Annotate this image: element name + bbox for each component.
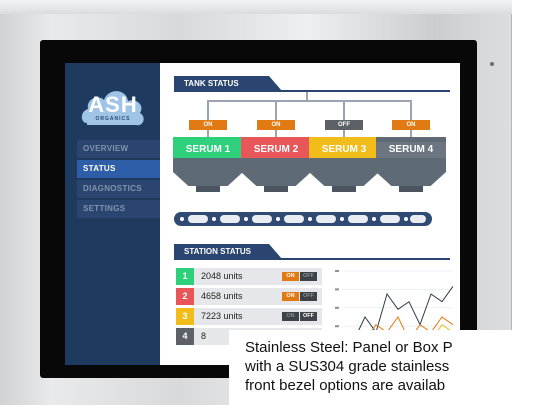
station-status-title: STATION STATUS — [184, 247, 251, 256]
station-3-number: 3 — [176, 308, 194, 325]
conveyor-roller — [410, 215, 426, 223]
logo-text: ASH — [88, 92, 138, 117]
pipe-drop-4 — [410, 100, 412, 120]
station-row-1: 1 2048 units ON OFF — [176, 268, 322, 285]
tank-4-cone — [376, 172, 446, 186]
pipe-manifold — [207, 100, 410, 102]
logo-subtext: ORGANICS — [95, 116, 131, 122]
pipe-feed-4 — [410, 130, 412, 137]
conveyor-roller — [188, 215, 208, 223]
tank-serum-4[interactable]: SERUM 4 — [376, 137, 446, 192]
conveyor-dot — [276, 217, 280, 221]
conveyor-roller — [220, 215, 240, 223]
caption-line-1: Stainless Steel: Panel or Box P — [245, 339, 453, 356]
tank-serum-3[interactable]: SERUM 3 — [309, 137, 379, 192]
chart-tick-mark — [335, 288, 339, 291]
tank-status-underline — [174, 90, 450, 92]
station-1-off-toggle[interactable]: OFF — [300, 272, 317, 281]
station-4-number: 4 — [176, 328, 194, 345]
tank-4-state-badge[interactable]: ON — [392, 120, 430, 130]
hmi-screen: ASH ORGANICS OVERVIEW STATUS DIAGNOSTICS… — [65, 63, 460, 365]
tank-3-body — [309, 158, 379, 172]
conveyor-dot — [340, 217, 344, 221]
tank-2-cone — [241, 172, 311, 186]
tank-2-outlet — [264, 186, 288, 192]
main-panel: TANK STATUS ON ON OFF ON SERUM 1 SERUM 2 — [160, 63, 460, 365]
tank-2-label: SERUM 2 — [241, 142, 311, 158]
station-3-on-toggle[interactable]: ON — [282, 312, 299, 321]
conveyor-roller — [284, 215, 304, 223]
tank-1-state-badge[interactable]: ON — [189, 120, 227, 130]
chart-tick-mark — [335, 306, 339, 309]
tank-1-cone — [173, 172, 243, 186]
sidebar-item-status[interactable]: STATUS — [77, 160, 160, 178]
station-status-underline — [174, 258, 450, 260]
station-row-3: 3 7223 units ON OFF — [176, 308, 322, 325]
tank-3-outlet — [332, 186, 356, 192]
sidebar-nav: OVERVIEW STATUS DIAGNOSTICS SETTINGS — [77, 140, 160, 220]
caption-line-3: front bezel options are availab — [245, 377, 446, 394]
conveyor-belt — [174, 212, 432, 226]
station-4-units: 8 — [201, 331, 207, 341]
tank-2-state-badge[interactable]: ON — [257, 120, 295, 130]
tank-3-label: SERUM 3 — [309, 142, 379, 158]
conveyor-roller — [348, 215, 368, 223]
conveyor-dot — [244, 217, 248, 221]
station-2-off-toggle[interactable]: OFF — [300, 292, 317, 301]
bezel-top-edge — [0, 0, 512, 14]
pipe-drop-1 — [207, 100, 209, 120]
tank-1-body — [173, 158, 243, 172]
sidebar-item-settings[interactable]: SETTINGS — [77, 200, 160, 218]
station-2-on-toggle[interactable]: ON — [282, 292, 299, 301]
conveyor-dot — [404, 217, 408, 221]
tank-1-outlet — [196, 186, 220, 192]
conveyor-roller — [316, 215, 336, 223]
caption-line-2: with a SUS304 grade stainless — [245, 358, 450, 375]
pipe-drop-3 — [343, 100, 345, 120]
station-row-2: 2 4658 units ON OFF — [176, 288, 322, 305]
tank-4-label: SERUM 4 — [376, 142, 446, 158]
tank-3-cone — [309, 172, 379, 186]
conveyor-roller — [380, 215, 400, 223]
conveyor-dot — [308, 217, 312, 221]
tank-serum-2[interactable]: SERUM 2 — [241, 137, 311, 192]
station-3-off-toggle[interactable]: OFF — [300, 312, 317, 321]
tank-4-outlet — [399, 186, 423, 192]
tank-2-body — [241, 158, 311, 172]
chart-tick-mark — [335, 325, 339, 328]
station-1-on-toggle[interactable]: ON — [282, 272, 299, 281]
pipe-main — [306, 92, 308, 100]
pipe-feed-1 — [207, 130, 209, 137]
sidebar-item-overview[interactable]: OVERVIEW — [77, 140, 160, 158]
conveyor-dot — [212, 217, 216, 221]
conveyor-roller — [252, 215, 272, 223]
station-3-units: 7223 units — [201, 311, 243, 321]
chart-tick-mark — [335, 270, 339, 272]
tank-serum-1[interactable]: SERUM 1 — [173, 137, 243, 192]
caption-box: Stainless Steel: Panel or Box P with a S… — [229, 330, 534, 405]
tank-1-label: SERUM 1 — [173, 142, 243, 158]
pipe-feed-3 — [343, 130, 345, 137]
tank-4-body — [376, 158, 446, 172]
station-2-number: 2 — [176, 288, 194, 305]
status-led — [490, 62, 494, 66]
pipe-drop-2 — [275, 100, 277, 120]
station-2-units: 4658 units — [201, 291, 243, 301]
station-1-number: 1 — [176, 268, 194, 285]
pipe-feed-2 — [275, 130, 277, 137]
conveyor-dot — [372, 217, 376, 221]
sidebar: ASH ORGANICS OVERVIEW STATUS DIAGNOSTICS… — [65, 63, 160, 365]
sidebar-item-diagnostics[interactable]: DIAGNOSTICS — [77, 180, 160, 198]
tank-status-title: TANK STATUS — [184, 79, 239, 88]
conveyor-dot — [180, 217, 184, 221]
station-1-units: 2048 units — [201, 271, 243, 281]
tank-3-state-badge[interactable]: OFF — [325, 120, 363, 130]
